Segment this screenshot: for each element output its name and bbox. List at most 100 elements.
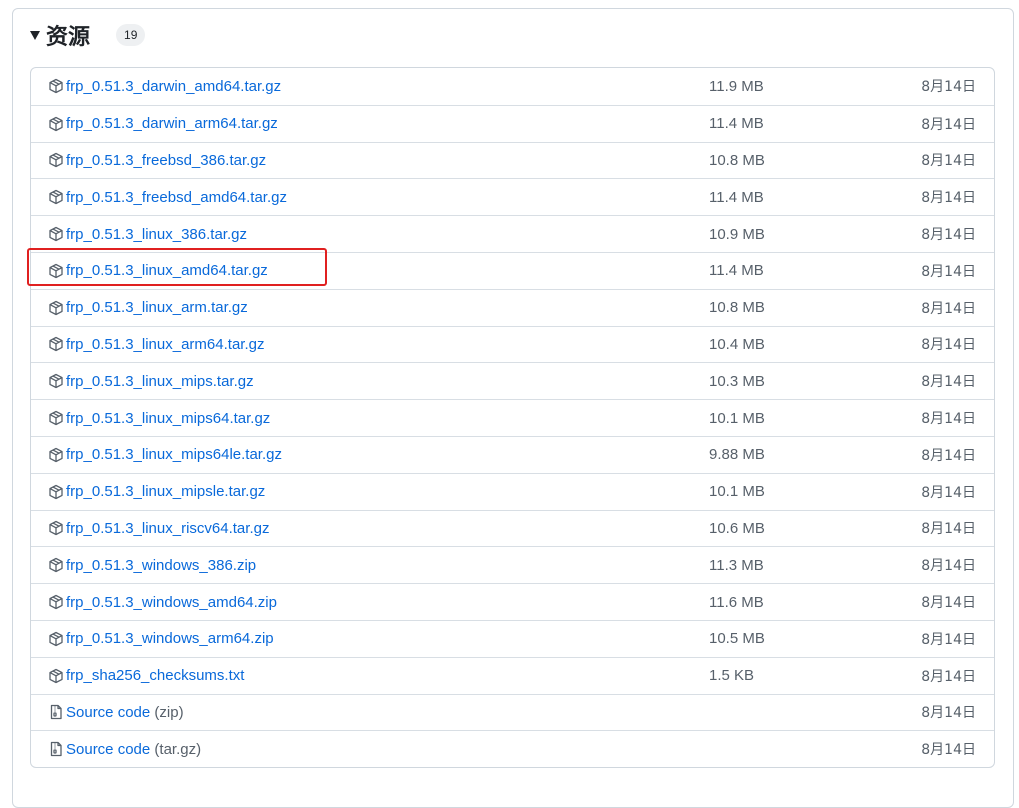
asset-row: Source code (zip) 8月14日 (31, 693, 994, 731)
assets-toggle[interactable]: 资源 (30, 19, 90, 51)
file-zip-icon (47, 703, 65, 721)
package-icon (47, 483, 65, 501)
asset-row: frp_0.51.3_windows_amd64.zip 11.6 MB 8月14日 (31, 583, 994, 620)
asset-download-link[interactable]: frp_0.51.3_linux_arm.tar.gz (66, 299, 248, 316)
package-icon (47, 188, 65, 206)
asset-date: 8月14日 (921, 227, 976, 244)
asset-row: frp_0.51.3_linux_mips64le.tar.gz 9.88 MB 8… (31, 435, 994, 473)
asset-date: 8月14日 (921, 705, 976, 722)
asset-date: 8月14日 (921, 79, 976, 96)
asset-format: (zip) (154, 703, 184, 721)
asset-name-cell: Source code (zip) (47, 703, 184, 721)
asset-download-link[interactable]: frp_0.51.3_linux_riscv64.tar.gz (66, 520, 269, 537)
asset-download-link[interactable]: frp_0.51.3_windows_arm64.zip (66, 630, 274, 647)
asset-name: frp_0.51.3_freebsd_amd64.tar.gz (66, 188, 287, 206)
assets-header: 资源 19 (30, 18, 146, 52)
asset-format: (tar.gz) (154, 740, 202, 758)
asset-row: frp_0.51.3_darwin_amd64.tar.gz 11.9 MB 8月1… (31, 68, 994, 105)
asset-row: frp_0.51.3_linux_amd64.tar.gz 11.4 MB 8月14… (31, 251, 994, 289)
file-zip-icon (47, 740, 65, 758)
asset-size: 10.8 MB (709, 151, 765, 169)
asset-row: Source code (tar.gz) 8月14日 (31, 730, 994, 767)
asset-name-cell: frp_0.51.3_linux_386.tar.gz (47, 225, 247, 243)
asset-name-cell: frp_sha256_checksums.txt (47, 667, 244, 685)
asset-download-link[interactable]: frp_0.51.3_darwin_amd64.tar.gz (66, 78, 281, 95)
asset-name-cell: frp_0.51.3_linux_riscv64.tar.gz (47, 519, 269, 537)
assets-title: 资源 (46, 25, 91, 50)
asset-download-link[interactable]: frp_0.51.3_darwin_arm64.tar.gz (66, 115, 278, 132)
asset-download-link[interactable]: frp_0.51.3_freebsd_amd64.tar.gz (66, 189, 287, 206)
asset-download-link[interactable]: frp_sha256_checksums.txt (66, 667, 244, 684)
asset-name: frp_0.51.3_linux_riscv64.tar.gz (66, 519, 270, 537)
asset-date: 8月14日 (921, 447, 976, 464)
asset-size: 11.4 MB (709, 115, 764, 133)
package-icon (47, 409, 65, 427)
asset-name-cell: frp_0.51.3_linux_mips.tar.gz (47, 372, 254, 390)
asset-date: 8月14日 (921, 631, 976, 648)
asset-name: frp_0.51.3_linux_mipsle.tar.gz (66, 483, 266, 501)
asset-row: frp_sha256_checksums.txt 1.5 KB 8月14日 (31, 656, 994, 694)
asset-row: frp_0.51.3_freebsd_amd64.tar.gz 11.4 MB 8月… (31, 178, 994, 215)
asset-download-link[interactable]: frp_0.51.3_linux_amd64.tar.gz (66, 262, 268, 279)
asset-name-cell: frp_0.51.3_linux_mips64.tar.gz (47, 409, 270, 427)
asset-name-cell: frp_0.51.3_linux_amd64.tar.gz (47, 262, 268, 280)
asset-name: frp_0.51.3_windows_amd64.zip (66, 593, 277, 611)
asset-size: 11.9 MB (709, 77, 764, 95)
package-icon (47, 151, 65, 169)
package-icon (47, 519, 65, 537)
asset-name: Source code (66, 703, 151, 721)
asset-date: 8月14日 (921, 595, 976, 612)
asset-date: 8月14日 (921, 263, 976, 280)
asset-download-link[interactable]: frp_0.51.3_linux_386.tar.gz (66, 226, 247, 243)
asset-download-link[interactable]: frp_0.51.3_linux_arm64.tar.gz (66, 336, 264, 353)
asset-size: 11.6 MB (709, 593, 764, 611)
asset-row: frp_0.51.3_linux_arm64.tar.gz 10.4 MB 8月14… (31, 325, 994, 363)
asset-name: frp_0.51.3_darwin_amd64.tar.gz (66, 77, 282, 95)
asset-size: 9.88 MB (709, 446, 765, 464)
asset-row: frp_0.51.3_linux_arm.tar.gz 10.8 MB 8月14日 (31, 288, 994, 326)
package-icon (47, 667, 65, 685)
asset-date: 8月14日 (921, 742, 976, 759)
asset-row: frp_0.51.3_linux_mipsle.tar.gz 10.1 MB 8月1… (31, 472, 994, 510)
package-icon (47, 372, 65, 390)
asset-size: 10.1 MB (709, 483, 765, 501)
asset-date: 8月14日 (921, 337, 976, 354)
asset-size: 10.6 MB (709, 519, 765, 537)
asset-download-link[interactable]: frp_0.51.3_windows_amd64.zip (66, 594, 277, 611)
asset-row: frp_0.51.3_freebsd_386.tar.gz 10.8 MB 8月14… (31, 141, 994, 179)
asset-size: 1.5 KB (709, 667, 755, 685)
asset-download-link[interactable]: frp_0.51.3_linux_mips.tar.gz (66, 373, 254, 390)
asset-download-link[interactable]: frp_0.51.3_windows_386.zip (66, 557, 256, 574)
asset-size: 10.8 MB (709, 299, 765, 317)
asset-name-cell: frp_0.51.3_linux_arm.tar.gz (47, 299, 248, 317)
asset-download-link[interactable]: frp_0.51.3_linux_mips64.tar.gz (66, 410, 270, 427)
asset-name-cell: frp_0.51.3_windows_amd64.zip (47, 593, 277, 611)
asset-name-cell: frp_0.51.3_windows_386.zip (47, 556, 256, 574)
asset-download-link[interactable]: frp_0.51.3_linux_mips64le.tar.gz (66, 446, 282, 463)
asset-name-cell: Source code (tar.gz) (47, 740, 201, 758)
assets-list: frp_0.51.3_darwin_amd64.tar.gz 11.9 MB 8月1… (30, 67, 995, 769)
asset-row: frp_0.51.3_linux_386.tar.gz 10.9 MB 8月14日 (31, 215, 994, 252)
asset-name-cell: frp_0.51.3_freebsd_386.tar.gz (47, 151, 266, 169)
package-icon (47, 77, 65, 95)
asset-date: 8月14日 (921, 153, 976, 170)
package-icon (47, 556, 65, 574)
asset-date: 8月14日 (921, 300, 976, 317)
package-icon (47, 593, 65, 611)
asset-date: 8月14日 (921, 484, 976, 501)
asset-download-link[interactable]: Source code (zip) (66, 704, 184, 721)
asset-download-link[interactable]: frp_0.51.3_freebsd_386.tar.gz (66, 152, 266, 169)
asset-name-cell: frp_0.51.3_freebsd_amd64.tar.gz (47, 188, 287, 206)
asset-download-link[interactable]: Source code (tar.gz) (66, 741, 201, 758)
triangle-down-icon (30, 30, 40, 40)
asset-name: Source code (66, 740, 151, 758)
asset-date: 8月14日 (921, 374, 976, 391)
asset-row: frp_0.51.3_linux_mips.tar.gz 10.3 MB 8月14日 (31, 362, 994, 399)
asset-size: 11.4 MB (709, 188, 764, 206)
asset-name: frp_0.51.3_linux_mips64le.tar.gz (66, 446, 282, 464)
asset-date: 8月14日 (921, 558, 976, 575)
asset-name: frp_0.51.3_linux_amd64.tar.gz (66, 262, 268, 280)
asset-download-link[interactable]: frp_0.51.3_linux_mipsle.tar.gz (66, 483, 265, 500)
asset-row: frp_0.51.3_windows_arm64.zip 10.5 MB 8月14日 (31, 619, 994, 657)
asset-date: 8月14日 (921, 116, 976, 133)
